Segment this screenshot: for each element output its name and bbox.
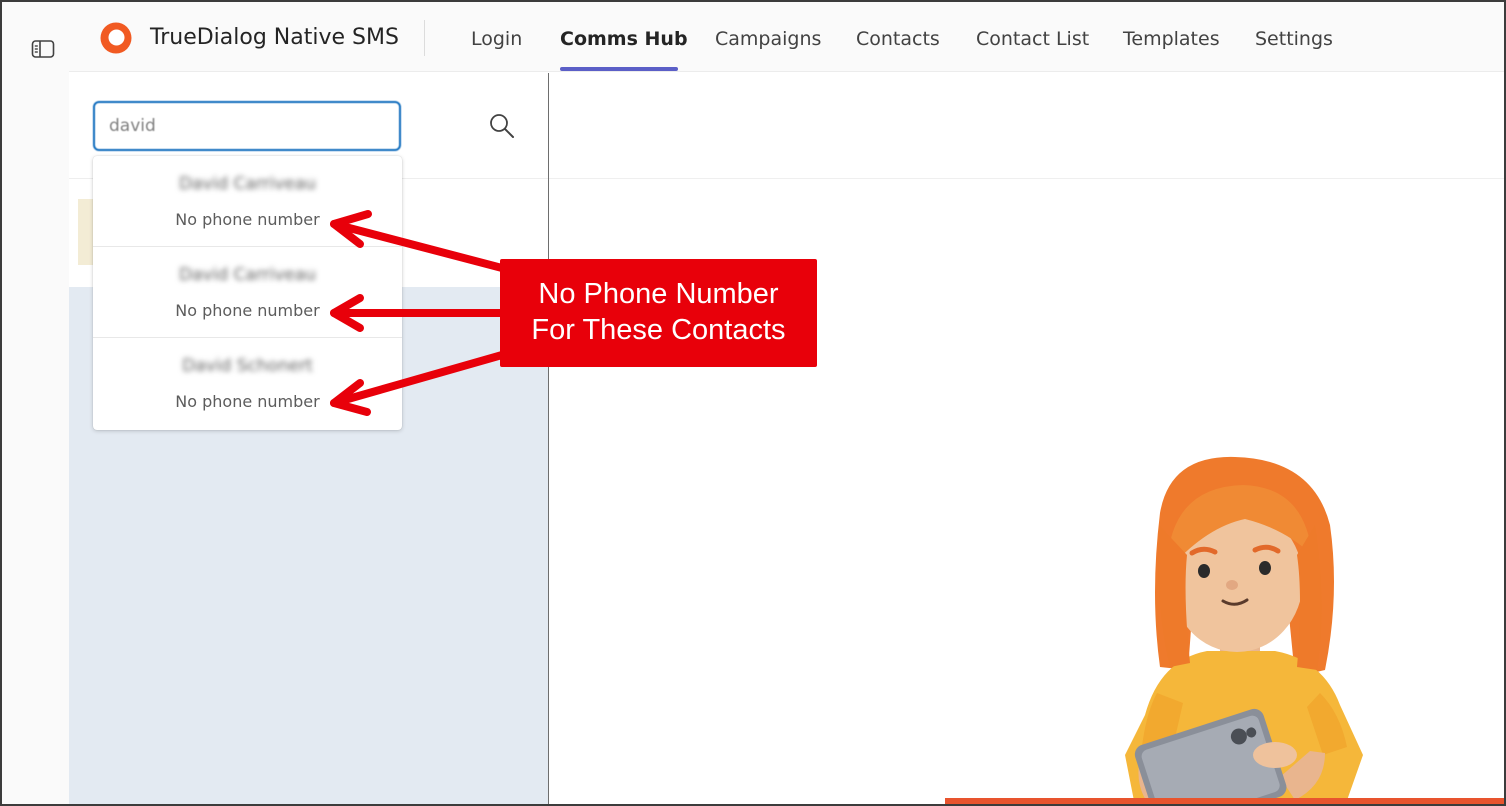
truedialog-logo — [100, 22, 132, 54]
callout-line-1: No Phone Number — [538, 278, 779, 310]
tab-contact-list[interactable]: Contact List — [976, 28, 1089, 50]
tab-comms-hub[interactable]: Comms Hub — [560, 28, 688, 50]
search-icon — [490, 114, 514, 138]
contact-name: David Carriveau — [179, 174, 316, 194]
contact-name: David Schonert — [182, 356, 313, 376]
contact-phone-status: No phone number — [175, 301, 320, 320]
contact-phone-status: No phone number — [175, 392, 320, 411]
app-title: TrueDialog Native SMS — [150, 25, 399, 50]
tab-templates[interactable]: Templates — [1123, 28, 1220, 50]
top-bar: TrueDialog Native SMS Login Comms Hub Ca… — [69, 2, 1504, 72]
search-button[interactable] — [487, 111, 517, 141]
search-input[interactable] — [93, 101, 401, 151]
tab-campaigns[interactable]: Campaigns — [715, 28, 821, 50]
tab-settings[interactable]: Settings — [1255, 28, 1333, 50]
woman-with-tablet-illustration — [1125, 456, 1363, 806]
list-item[interactable]: David Carriveau No phone number — [93, 156, 402, 247]
list-item[interactable]: David Carriveau No phone number — [93, 247, 402, 338]
app-rail — [2, 2, 69, 804]
pane-divider — [548, 73, 549, 804]
conversation-list-pane: David Carriveau No phone number David Ca… — [69, 73, 548, 804]
illustration-base — [945, 798, 1504, 804]
active-tab-indicator — [560, 67, 678, 71]
contact-name: David Carriveau — [179, 265, 316, 285]
sidebar-toggle-button[interactable] — [28, 36, 58, 62]
annotation-callout: No Phone Number For These Contacts — [500, 259, 817, 367]
list-item[interactable]: David Schonert No phone number — [93, 338, 402, 429]
conversation-header — [549, 73, 1504, 179]
callout-line-2: For These Contacts — [531, 314, 786, 346]
title-divider — [424, 20, 425, 56]
contact-phone-status: No phone number — [175, 210, 320, 229]
tab-contacts[interactable]: Contacts — [856, 28, 940, 50]
sidebar-toggle-icon — [31, 40, 55, 58]
tab-login[interactable]: Login — [471, 28, 522, 50]
search-results-dropdown: David Carriveau No phone number David Ca… — [93, 156, 402, 430]
